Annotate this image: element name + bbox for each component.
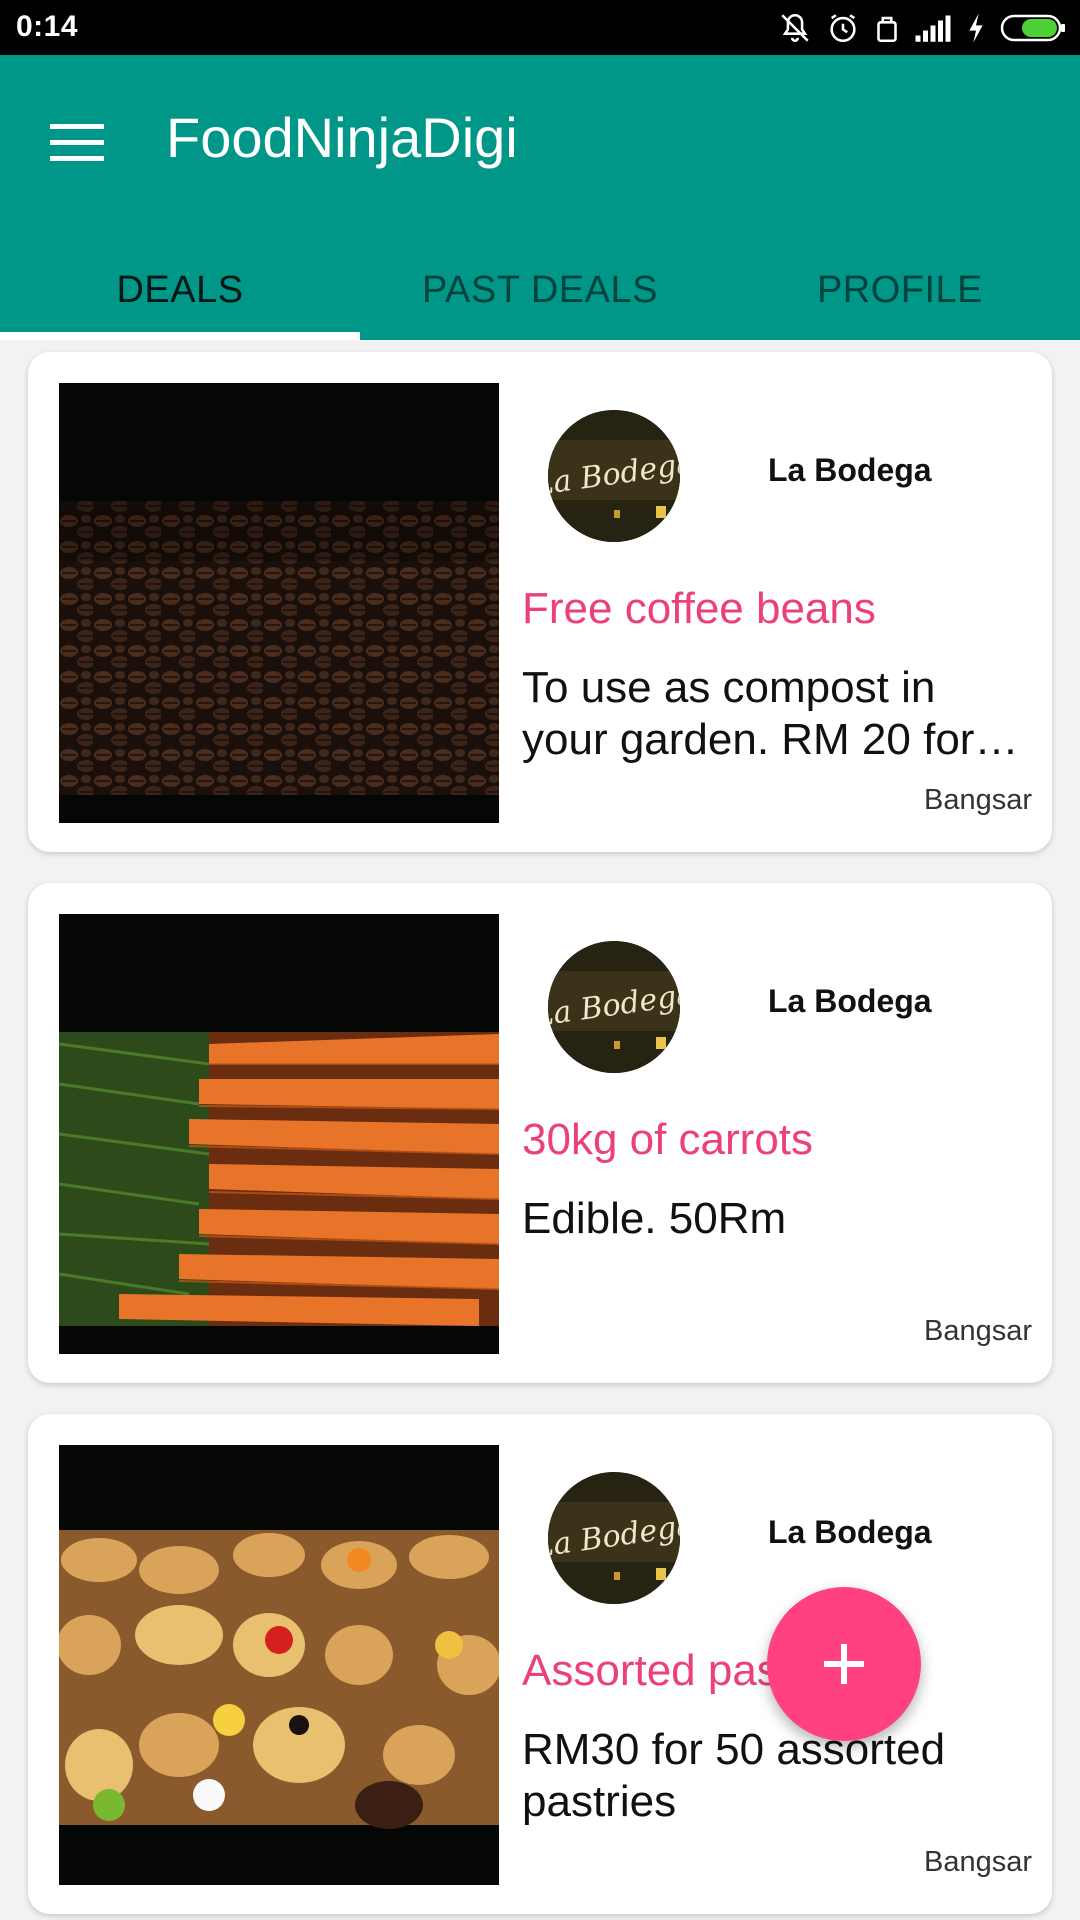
deal-title: Free coffee beans xyxy=(522,584,876,633)
deal-card[interactable]: La Bodega La Bodega Free coffee beans To… xyxy=(28,352,1052,852)
plus-icon xyxy=(824,1644,864,1684)
alarm-icon xyxy=(830,14,856,43)
venue-name: La Bodega xyxy=(768,452,932,488)
venue-name: La Bodega xyxy=(768,1514,932,1550)
menu-button[interactable] xyxy=(32,97,122,187)
deal-image-carrots xyxy=(59,914,499,1354)
venue-avatar: La Bodega xyxy=(548,410,680,542)
deal-location: Bangsar xyxy=(923,784,1032,816)
charging-icon xyxy=(969,13,983,43)
venue-avatar: La Bodega xyxy=(548,1472,680,1604)
status-bar: 0:14 xyxy=(0,0,1080,55)
deal-location: Bangsar xyxy=(923,1315,1032,1347)
signal-icon xyxy=(915,15,951,42)
mute-icon xyxy=(781,13,809,42)
battery-icon xyxy=(1000,14,1065,42)
deal-description: RM30 for 50 assorted pastries xyxy=(522,1725,946,1826)
deal-image-pastries xyxy=(59,1445,499,1885)
tab-profile[interactable]: PROFILE xyxy=(720,240,1080,340)
hamburger-menu-icon xyxy=(50,124,104,161)
tab-bar: DEALS PAST DEALS PROFILE xyxy=(0,240,1080,340)
vibrate-lock-icon xyxy=(877,16,897,43)
status-time: 0:14 xyxy=(16,10,79,43)
deal-description: To use as compost in your garden. RM 20 … xyxy=(522,663,1019,764)
deal-location: Bangsar xyxy=(923,1846,1032,1878)
tab-deals[interactable]: DEALS xyxy=(0,240,360,340)
deal-card[interactable]: La Bodega La Bodega 30kg of carrots Edib… xyxy=(28,883,1052,1383)
deal-description: Edible. 50Rm xyxy=(522,1194,787,1243)
tab-indicator xyxy=(0,332,360,340)
add-deal-button[interactable] xyxy=(767,1587,921,1741)
venue-avatar: La Bodega xyxy=(548,941,680,1073)
tab-past-deals[interactable]: PAST DEALS xyxy=(360,240,720,340)
venue-name: La Bodega xyxy=(768,983,932,1019)
deal-title: 30kg of carrots xyxy=(522,1115,814,1164)
deal-image-coffee-beans xyxy=(59,383,499,823)
app-bar: FoodNinjaDigi DEALS PAST DEALS PROFILE xyxy=(0,55,1080,340)
status-icons xyxy=(778,8,1066,48)
app-title: FoodNinjaDigi xyxy=(166,106,518,169)
